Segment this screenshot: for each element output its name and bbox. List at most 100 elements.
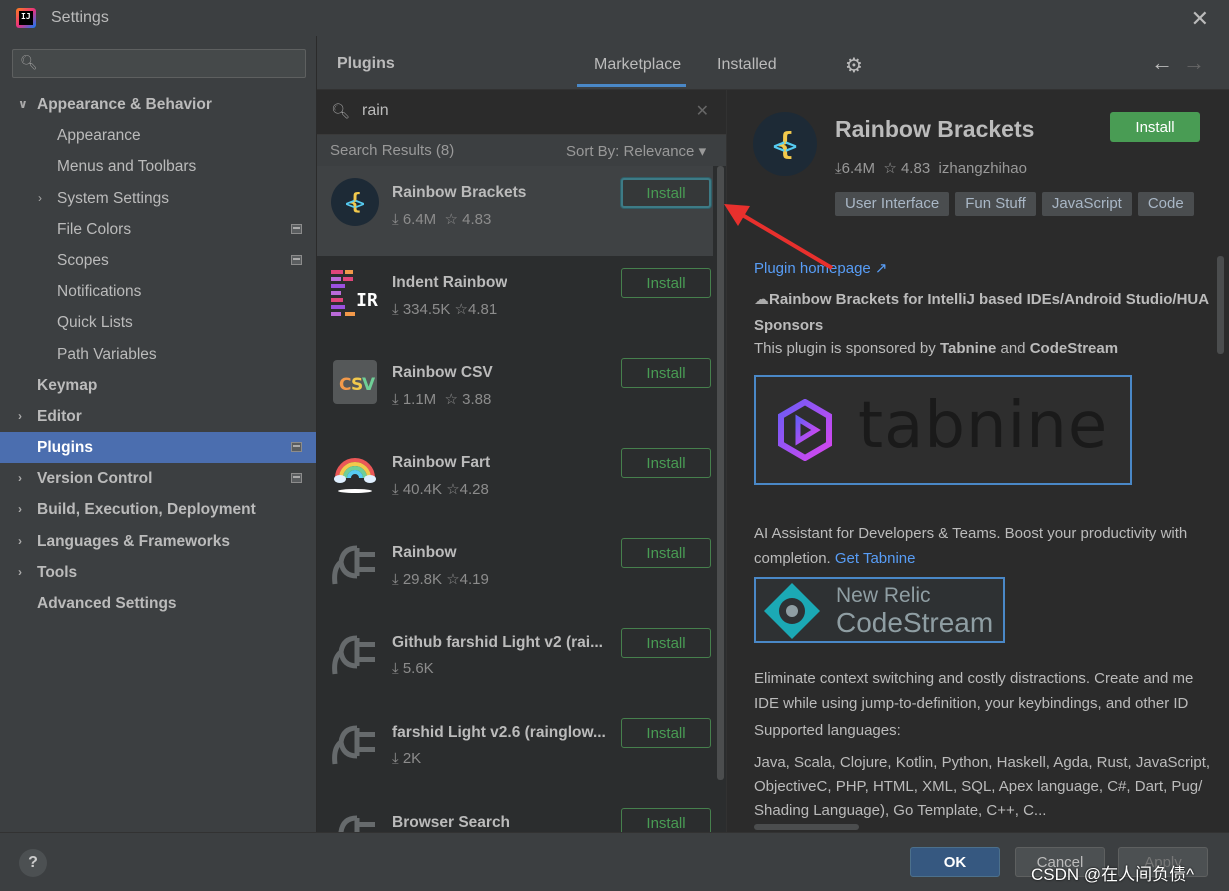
results-bar: Search Results (8) Sort By: Relevance ▾	[317, 135, 726, 166]
star-icon: ☆	[446, 571, 460, 588]
plugin-row-indent-rainbow[interactable]: IR Indent Rainbow ⤓ 334.5K ☆4.81 Install	[317, 256, 713, 346]
svg-text:V: V	[362, 375, 376, 395]
settings-search[interactable]: 🔍︎	[12, 49, 306, 78]
tag-user-interface[interactable]: User Interface	[835, 192, 950, 216]
tag-list: User Interface Fun Stuff JavaScript Code	[835, 192, 1203, 216]
close-icon[interactable]: ✕	[1191, 6, 1209, 32]
tree-item-keymap[interactable]: Keymap	[0, 370, 316, 401]
tabnine-banner[interactable]: tabnine	[754, 375, 1132, 485]
install-button[interactable]: Install	[621, 808, 711, 832]
plugin-meta: ⤓ 29.8K ☆4.19	[392, 571, 489, 588]
chevron-right-icon[interactable]: ›	[18, 494, 22, 525]
tree-item-path-variables[interactable]: Path Variables	[0, 339, 316, 370]
chevron-right-icon[interactable]: ›	[38, 183, 42, 214]
plugin-row-rainbow[interactable]: Rainbow ⤓ 29.8K ☆4.19 Install	[317, 526, 713, 616]
watermark: CSDN @在人间负债^	[1031, 865, 1195, 884]
plugin-row-farshid-light[interactable]: farshid Light v2.6 (rainglow... ⤓ 2K Ins…	[317, 706, 713, 796]
chevron-right-icon[interactable]: ›	[18, 401, 22, 432]
plugin-name: Browser Search	[392, 814, 511, 831]
plugin-row-rainbow-fart[interactable]: Rainbow Fart ⤓ 40.4K ☆4.28 Install	[317, 436, 713, 526]
gear-icon[interactable]: ⚙	[845, 53, 863, 78]
tab-installed[interactable]: Installed	[717, 56, 777, 74]
tree-item-appearance[interactable]: Appearance	[0, 120, 316, 151]
star-icon: ☆	[444, 211, 458, 228]
sort-dropdown[interactable]: Sort By: Relevance ▾	[566, 142, 706, 160]
install-button[interactable]: Install	[621, 268, 711, 298]
tree-item-notifications[interactable]: Notifications	[0, 276, 316, 307]
tree-item-advanced-settings[interactable]: Advanced Settings	[0, 588, 316, 619]
ai-text: AI Assistant for Developers & Teams. Boo…	[754, 525, 1188, 542]
install-button[interactable]: Install	[621, 628, 711, 658]
plugin-row-github-farshid-light[interactable]: Github farshid Light v2 (rai... ⤓ 5.6K I…	[317, 616, 713, 706]
back-arrow-icon[interactable]: ←	[1151, 50, 1173, 76]
svg-text:IR: IR	[356, 290, 378, 311]
plugin-homepage-link[interactable]: Plugin homepage ↗	[754, 259, 888, 277]
detail-install-button[interactable]: Install	[1110, 112, 1200, 142]
ok-button[interactable]: OK	[910, 847, 1000, 877]
chevron-down-icon[interactable]: ∨	[18, 89, 28, 120]
detail-scrollbar[interactable]	[1217, 256, 1224, 354]
codestream-line1: New Relic	[836, 584, 931, 607]
tree-item-version-control[interactable]: › Version Control	[0, 463, 316, 494]
plugin-name: Rainbow Fart	[392, 454, 491, 471]
star-icon: ☆	[444, 391, 458, 408]
settings-search-input[interactable]	[43, 53, 301, 75]
list-scrollbar[interactable]	[717, 166, 724, 780]
tree-item-editor[interactable]: › Editor	[0, 401, 316, 432]
tag-javascript[interactable]: JavaScript	[1041, 192, 1132, 216]
tree-item-appearance-behavior[interactable]: ∨ Appearance & Behavior	[0, 89, 316, 120]
detail-horizontal-scrollbar[interactable]	[754, 824, 859, 830]
tree-item-menus-toolbars[interactable]: Menus and Toolbars	[0, 151, 316, 182]
help-icon[interactable]: ?	[19, 849, 47, 877]
plugin-search-field[interactable]: 🔍︎ rain ✕	[317, 90, 726, 135]
tag-fun-stuff[interactable]: Fun Stuff	[955, 192, 1036, 216]
install-button[interactable]: Install	[621, 718, 711, 748]
plugin-meta: ⤓ 40.4K ☆4.28	[392, 481, 489, 498]
star-icon: ☆	[883, 160, 897, 177]
codestream-logo-icon	[764, 583, 820, 639]
settings-tree: ∨ Appearance & Behavior Appearance Menus …	[0, 89, 316, 619]
plugin-name: Rainbow CSV	[392, 364, 493, 381]
rainbow-small-icon: ☁	[754, 291, 769, 308]
cs-text-1: Eliminate context switching and costly d…	[754, 670, 1194, 687]
vendor-link[interactable]: izhangzhihao	[939, 160, 1027, 177]
project-level-icon	[291, 473, 302, 484]
get-tabnine-link[interactable]: Get Tabnine	[835, 550, 916, 567]
tree-item-file-colors[interactable]: File Colors	[0, 214, 316, 245]
chevron-right-icon[interactable]: ›	[18, 557, 22, 588]
chevron-right-icon[interactable]: ›	[18, 526, 22, 557]
tree-item-plugins[interactable]: Plugins	[0, 432, 316, 464]
languages-line-3: Shading Language), Go Template, C++, C..…	[754, 802, 1047, 819]
tree-item-scopes[interactable]: Scopes	[0, 245, 316, 276]
plugin-meta: ⤓ 2K	[392, 750, 422, 767]
rainbow-brackets-icon: { <>	[753, 112, 817, 176]
project-level-icon	[291, 442, 302, 453]
install-button[interactable]: Install	[621, 448, 711, 478]
download-icon: ⤓	[392, 571, 399, 588]
tree-item-system-settings[interactable]: › System Settings	[0, 183, 316, 214]
install-button[interactable]: Install	[621, 178, 711, 208]
chevron-right-icon[interactable]: ›	[18, 463, 22, 494]
sponsor-text: This plugin is sponsored by Tabnine and …	[754, 340, 1119, 357]
tree-item-quick-lists[interactable]: Quick Lists	[0, 307, 316, 338]
tree-item-languages[interactable]: › Languages & Frameworks	[0, 526, 316, 557]
plugin-row-rainbow-csv[interactable]: C S V Rainbow CSV ⤓ 1.1M ☆ 3.88 Install	[317, 346, 713, 436]
tab-marketplace[interactable]: Marketplace	[594, 56, 681, 74]
forward-arrow-icon[interactable]: →	[1183, 50, 1205, 76]
tree-item-build[interactable]: › Build, Execution, Deployment	[0, 494, 316, 525]
tree-item-tools[interactable]: › Tools	[0, 557, 316, 588]
install-button[interactable]: Install	[621, 358, 711, 388]
plugin-search-query[interactable]: rain	[362, 102, 389, 120]
supported-languages-title: Supported languages:	[754, 722, 901, 739]
plugin-row-browser-search[interactable]: Browser Search Install	[317, 796, 713, 832]
clear-icon[interactable]: ✕	[696, 101, 709, 121]
detail-plugin-name: Rainbow Brackets	[835, 116, 1035, 142]
install-button[interactable]: Install	[621, 538, 711, 568]
plugin-meta: ⤓ 334.5K ☆4.81	[392, 301, 498, 318]
svg-text:C: C	[339, 375, 351, 395]
codestream-banner[interactable]: New Relic CodeStream	[754, 577, 1005, 643]
download-icon: ⤓	[835, 160, 842, 177]
plugin-row-rainbow-brackets[interactable]: { <> Rainbow Brackets ⤓ 6.4M ☆ 4.83 Inst…	[317, 166, 713, 256]
plugin-name: Rainbow	[392, 544, 457, 561]
tag-code[interactable]: Code	[1137, 192, 1194, 216]
